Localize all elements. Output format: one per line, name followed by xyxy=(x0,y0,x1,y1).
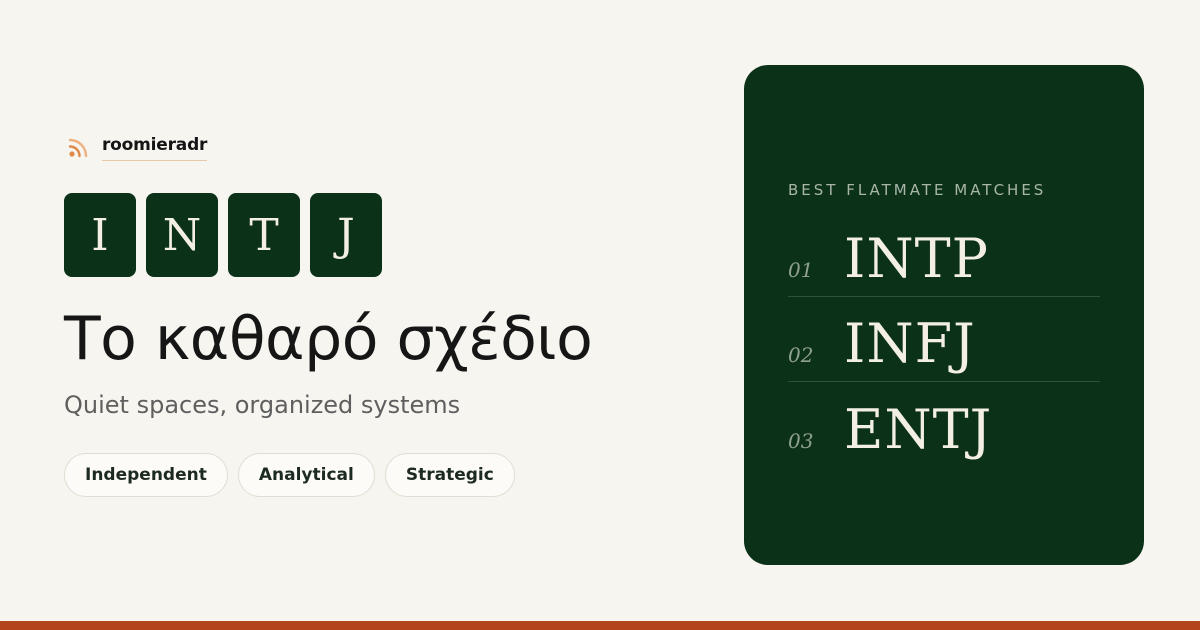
trait-pill-strategic: Strategic xyxy=(384,453,515,497)
match-rank: 03 xyxy=(788,429,814,453)
match-rank: 01 xyxy=(788,258,814,282)
rss-signal-icon xyxy=(68,138,88,158)
match-item: 02 INFJ xyxy=(788,297,1100,382)
trait-pill-analytical: Analytical xyxy=(237,453,375,497)
subtitle: Quiet spaces, organized systems xyxy=(64,391,461,419)
bottom-accent-stripe xyxy=(0,621,1200,630)
letter-tile: I xyxy=(64,193,136,277)
match-item: 03 ENTJ xyxy=(788,382,1100,467)
match-rank: 02 xyxy=(788,343,814,367)
personality-type-tiles: I N T J xyxy=(64,193,382,277)
trait-pill-independent: Independent xyxy=(64,453,228,497)
letter-tile: T xyxy=(228,193,300,277)
match-type: INTP xyxy=(844,227,989,290)
match-item: 01 INTP xyxy=(788,212,1100,297)
match-type: INFJ xyxy=(844,312,976,375)
brand-name: roomieradr xyxy=(102,135,208,161)
brand: roomieradr xyxy=(66,134,208,161)
headline: Το καθαρό σχέδιο xyxy=(64,304,593,374)
letter-tile: J xyxy=(310,193,382,277)
matches-panel: BEST FLATMATE MATCHES 01 INTP 02 INFJ 03… xyxy=(744,65,1144,565)
trait-pills: Independent Analytical Strategic xyxy=(64,453,515,497)
matches-heading: BEST FLATMATE MATCHES xyxy=(788,181,1047,199)
letter-tile: N xyxy=(146,193,218,277)
match-type: ENTJ xyxy=(844,398,993,461)
